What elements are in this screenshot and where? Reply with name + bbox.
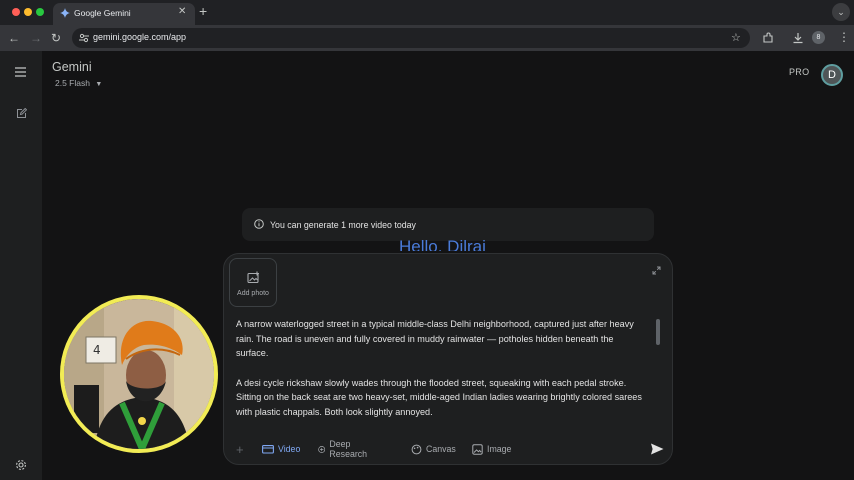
forward-icon[interactable]: → <box>30 32 42 44</box>
prompt-paragraph: A desi cycle rickshaw slowly wades throu… <box>236 377 642 418</box>
reload-icon[interactable]: ↻ <box>51 32 61 44</box>
gemini-app: Gemini 2.5 Flash ▼ PRO D You can generat… <box>0 51 854 480</box>
close-window-button[interactable] <box>12 8 20 16</box>
model-label: 2.5 Flash <box>55 78 90 88</box>
url-text: gemini.google.com/app <box>93 32 187 42</box>
tab-title: Google Gemini <box>74 8 131 18</box>
tool-deep-research-label: Deep Research <box>329 439 368 459</box>
add-tool-button[interactable]: + <box>236 440 244 458</box>
tab-search-icon[interactable]: ⌄ <box>832 3 850 21</box>
bookmark-star-icon[interactable]: ☆ <box>731 32 741 44</box>
add-photo-icon <box>247 271 259 284</box>
prompt-composer: Add photo A narrow waterlogged street in… <box>223 253 673 465</box>
prompt-input[interactable]: A narrow waterlogged street in a typical… <box>236 317 648 434</box>
greeting-heading: Hello, Dilraj <box>399 237 486 251</box>
browser-tab[interactable]: Google Gemini ✕ <box>53 3 195 25</box>
prompt-scrollbar[interactable] <box>656 319 660 345</box>
pro-badge: PRO <box>789 67 810 77</box>
canvas-icon <box>411 444 422 454</box>
notice-text: You can generate 1 more video today <box>270 220 416 230</box>
tool-image[interactable]: Image <box>472 440 511 458</box>
browser-tab-bar: Google Gemini ✕ + ⌄ <box>0 0 854 25</box>
info-icon <box>254 219 264 229</box>
tool-video[interactable]: Video <box>262 440 300 458</box>
model-selector[interactable]: 2.5 Flash ▼ <box>55 78 102 92</box>
tool-image-label: Image <box>487 444 512 454</box>
maximize-window-button[interactable] <box>36 8 44 16</box>
site-info-icon[interactable] <box>79 33 89 43</box>
new-tab-button[interactable]: + <box>199 4 207 18</box>
sign-number: 4 <box>93 343 101 357</box>
user-avatar[interactable]: D <box>821 64 843 86</box>
expand-icon[interactable] <box>652 266 661 275</box>
add-photo-button[interactable]: Add photo <box>229 258 277 307</box>
downloads-icon[interactable] <box>792 32 804 44</box>
tool-canvas-label: Canvas <box>426 444 456 454</box>
image-icon <box>472 443 483 455</box>
settings-icon[interactable] <box>15 459 27 471</box>
back-icon[interactable]: ← <box>8 32 20 44</box>
extensions-icon[interactable] <box>762 32 774 44</box>
address-bar[interactable]: gemini.google.com/app ☆ <box>72 28 750 48</box>
deep-research-icon <box>318 445 326 453</box>
gemini-favicon-icon <box>60 8 70 18</box>
prompt-paragraph: A narrow waterlogged street in a typical… <box>236 319 634 359</box>
send-icon[interactable] <box>648 440 666 458</box>
video-icon <box>262 445 274 454</box>
tool-deep-research[interactable]: Deep Research <box>318 439 371 459</box>
presenter-image <box>64 299 214 449</box>
browser-profile-avatar[interactable]: 8 <box>812 31 825 44</box>
browser-menu-icon[interactable]: ⋮ <box>838 31 850 43</box>
app-title: Gemini <box>52 60 92 74</box>
menu-icon[interactable] <box>15 67 26 77</box>
browser-toolbar: ← → ↻ gemini.google.com/app ☆ 8 ⋮ <box>0 25 854 51</box>
minimize-window-button[interactable] <box>24 8 32 16</box>
new-chat-icon[interactable] <box>16 108 27 119</box>
add-photo-label: Add photo <box>237 290 269 297</box>
webcam-overlay: 4 <box>60 295 218 453</box>
tool-canvas[interactable]: Canvas <box>411 440 456 458</box>
tool-video-label: Video <box>278 444 301 454</box>
close-tab-icon[interactable]: ✕ <box>178 6 186 17</box>
caret-down-icon: ▼ <box>95 81 103 88</box>
sidebar <box>0 51 42 480</box>
webcam-video: 4 <box>64 299 214 449</box>
